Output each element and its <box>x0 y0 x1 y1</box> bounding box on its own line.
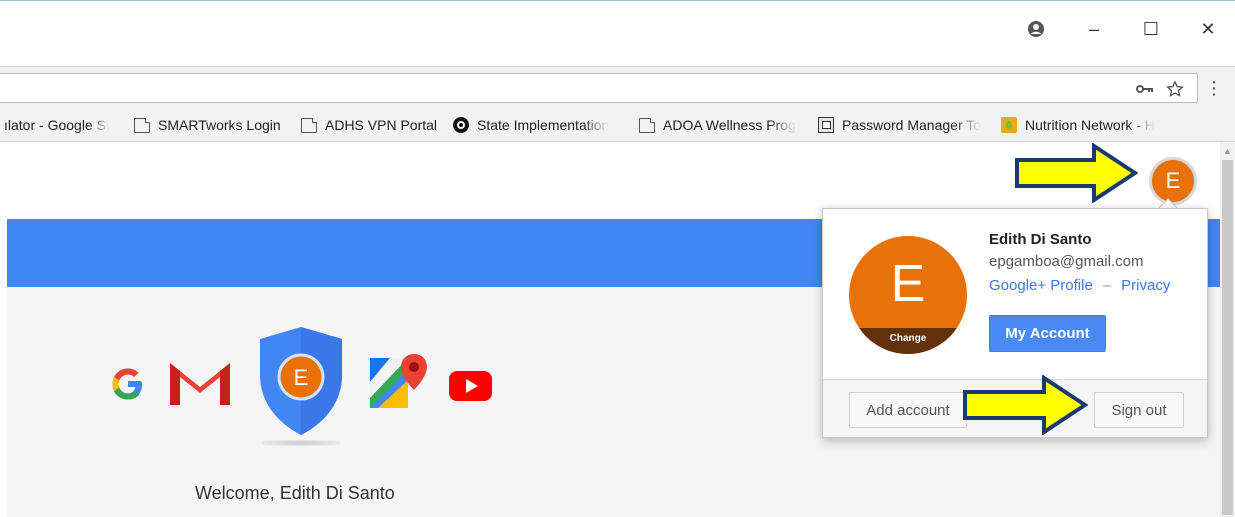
bookmark-label: Password Manager To <box>842 117 982 133</box>
svg-text:G: G <box>380 364 390 379</box>
nutrition-network-icon <box>1001 117 1017 133</box>
bookmark-label: Nutrition Network - H <box>1025 117 1155 133</box>
toolbar: ⋮ <box>0 66 1235 108</box>
privacy-link[interactable]: Privacy <box>1121 277 1170 294</box>
bookmarks-bar: ılator - Google Sı SMARTworks Login ADHS… <box>0 108 1235 142</box>
profile-photo[interactable]: E Change <box>849 236 967 354</box>
bookmark-item[interactable]: ılator - Google Sı <box>4 115 118 135</box>
title-bar: – ☐ ✕ <box>0 0 1235 66</box>
sign-out-button[interactable]: Sign out <box>1094 392 1184 428</box>
bookmark-item[interactable]: State Implementation <box>453 115 623 135</box>
link-separator: – <box>1102 277 1112 294</box>
scroll-up-icon[interactable]: ▲ <box>1220 146 1235 158</box>
bookmark-label: ADOA Wellness Prog <box>663 117 796 133</box>
key-icon[interactable] <box>1136 80 1154 98</box>
page-icon <box>639 117 655 133</box>
account-avatar-button[interactable]: E <box>1149 157 1197 205</box>
change-photo-link[interactable]: Change <box>849 328 967 354</box>
bookmark-label: ADHS VPN Portal <box>325 117 438 133</box>
my-account-button[interactable]: My Account <box>989 315 1106 352</box>
bookmark-item[interactable]: SMARTworks Login <box>132 115 284 135</box>
gmail-icon <box>170 363 230 405</box>
security-shield-icon: E <box>260 327 342 435</box>
chrome-menu-icon[interactable]: ⋮ <box>1205 77 1223 99</box>
annotation-arrow-icon <box>963 375 1088 435</box>
bookmark-item[interactable]: ADHS VPN Portal <box>299 115 441 135</box>
shield-avatar-letter: E <box>294 365 309 390</box>
welcome-text: Welcome, Edith Di Santo <box>195 483 395 503</box>
avatar-letter: E <box>1165 168 1181 193</box>
add-account-button[interactable]: Add account <box>849 392 967 428</box>
bookmark-item[interactable]: ADOA Wellness Prog <box>637 115 803 135</box>
bookmark-item[interactable]: Nutrition Network - H <box>1001 115 1169 135</box>
password-manager-icon <box>818 117 834 133</box>
bookmark-label: ılator - Google Sı <box>4 117 110 133</box>
account-name: Edith Di Santo <box>989 231 1092 248</box>
google-plus-profile-link[interactable]: Google+ Profile <box>989 277 1093 294</box>
profile-letter: E <box>890 255 926 313</box>
swirl-logo-icon <box>453 117 469 133</box>
account-email: epgamboa@gmail.com <box>989 253 1144 270</box>
minimize-button[interactable]: – <box>1082 17 1106 41</box>
bookmark-label: SMARTworks Login <box>158 117 281 133</box>
page-icon <box>301 117 317 133</box>
maximize-button[interactable]: ☐ <box>1139 17 1163 41</box>
google-g-icon <box>112 368 142 400</box>
account-links: Google+ Profile – Privacy <box>989 277 1170 294</box>
annotation-arrow-icon <box>1015 143 1138 203</box>
bookmark-label: State Implementation <box>477 117 610 133</box>
google-maps-icon: G <box>370 354 427 408</box>
youtube-icon <box>449 371 492 401</box>
account-circle-icon[interactable] <box>1024 17 1048 41</box>
page-icon <box>134 117 150 133</box>
address-bar[interactable] <box>0 73 1198 103</box>
shield-shadow <box>262 440 340 446</box>
close-button[interactable]: ✕ <box>1196 17 1220 41</box>
star-icon[interactable] <box>1166 80 1184 98</box>
bookmark-item[interactable]: Password Manager To <box>818 115 988 135</box>
scrollbar[interactable]: ▲ <box>1220 142 1235 517</box>
scroll-thumb[interactable] <box>1222 160 1233 515</box>
